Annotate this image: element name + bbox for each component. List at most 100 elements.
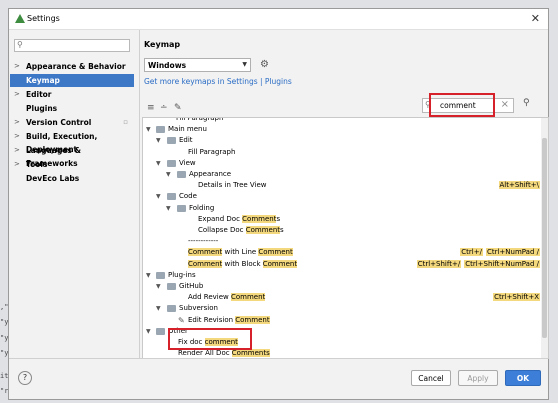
- action-label: Add Review Comment: [188, 292, 266, 303]
- keymap-tree[interactable]: Fill Paragraph ▼ Main menu ▼ Edit Fill Paragr…: [142, 117, 549, 359]
- tree-group[interactable]: ▼ Appearance: [143, 169, 540, 180]
- expand-arrow-icon[interactable]: ▼: [156, 191, 161, 202]
- dialog-footer: ? Cancel Apply OK: [9, 358, 548, 399]
- sidebar-item-plugins[interactable]: Plugins: [10, 102, 134, 115]
- expand-arrow-icon[interactable]: ▼: [156, 281, 161, 292]
- gear-icon[interactable]: ⚙: [260, 59, 269, 70]
- tree-action[interactable]: Collapse Doc Comments: [143, 225, 540, 236]
- clear-search-icon[interactable]: ×: [501, 99, 509, 110]
- scrollbar[interactable]: [541, 118, 548, 358]
- close-icon[interactable]: ✕: [531, 12, 540, 25]
- search-match: Comment: [235, 315, 270, 324]
- sidebar-item-keymap[interactable]: Keymap: [10, 74, 134, 87]
- tree-action[interactable]: ------------: [143, 236, 540, 247]
- app-logo-icon: [15, 14, 25, 23]
- label-text: Fill Paragraph: [176, 117, 224, 122]
- expand-arrow-icon[interactable]: ▼: [166, 203, 171, 214]
- settings-search-input[interactable]: ⚲: [14, 39, 130, 52]
- sidebar-item-label: Tools: [26, 160, 48, 169]
- find-shortcut-icon[interactable]: ⚲: [523, 98, 530, 108]
- pencil-icon[interactable]: ✎: [174, 103, 182, 113]
- ok-button[interactable]: OK: [505, 370, 541, 386]
- expand-arrow-icon[interactable]: ▼: [156, 158, 161, 169]
- tree-action[interactable]: ✎ Edit Revision Comment: [143, 315, 540, 326]
- sidebar-item-label: DevEco Labs: [26, 174, 80, 183]
- tree-action[interactable]: Expand Doc Comments: [143, 214, 540, 225]
- expand-arrow-icon[interactable]: ▼: [156, 135, 161, 146]
- tree-group[interactable]: ▼ Folding: [143, 203, 540, 214]
- action-label: Comment with Line Comment: [188, 247, 293, 258]
- window-title: Settings: [27, 14, 60, 23]
- more-keymaps-link[interactable]: Get more keymaps in Settings | Plugins: [144, 77, 292, 86]
- expand-arrow-icon[interactable]: ▼: [146, 124, 151, 135]
- expand-arrow-icon[interactable]: ▼: [156, 303, 161, 314]
- tree-group[interactable]: ▼ Subversion: [143, 303, 540, 314]
- tree-action[interactable]: Fill Paragraph: [143, 147, 540, 158]
- chevron-right-icon: >: [14, 62, 20, 70]
- tree-group[interactable]: ▼ View: [143, 158, 540, 169]
- shortcut-badge: Ctrl+Shift+X: [493, 293, 540, 302]
- tree-action[interactable]: Details in Tree View Alt+Shift+\: [143, 180, 540, 191]
- folder-icon: [177, 204, 186, 212]
- tree-action[interactable]: Comment with Block Comment Ctrl+Shift+/Ct…: [143, 259, 540, 270]
- sidebar-item-languages-frameworks[interactable]: > Languages & Frameworks: [10, 144, 134, 168]
- sidebar-item-editor[interactable]: > Editor: [10, 88, 134, 101]
- label-text: ------------: [188, 237, 219, 246]
- action-label: Plug-ins: [168, 270, 196, 281]
- apply-button[interactable]: Apply: [458, 370, 498, 386]
- sidebar-item-build-execution-deployment[interactable]: > Build, Execution, Deployment: [10, 130, 134, 154]
- label-text: GitHub: [179, 282, 204, 290]
- collapse-all-icon[interactable]: ∸: [160, 103, 168, 113]
- action-label: Main menu: [168, 124, 207, 135]
- label-text: Subversion: [179, 304, 218, 313]
- label-text: Edit Revision: [188, 315, 236, 324]
- tree-group[interactable]: ▼ Code: [143, 191, 540, 202]
- tree-group[interactable]: ▼ Edit: [143, 135, 540, 146]
- chevron-down-icon: ▼: [242, 61, 247, 68]
- scrollbar-thumb[interactable]: [542, 138, 547, 338]
- label-text: Expand Doc: [198, 214, 243, 223]
- sidebar: ⚲ > Appearance & Behavior Keymap > Editor Plu…: [10, 30, 138, 360]
- sidebar-item-version-control[interactable]: > Version Control ▫: [10, 116, 134, 129]
- action-label: Edit Revision Comment: [188, 315, 270, 326]
- label-text: Folding: [189, 203, 215, 212]
- chevron-right-icon: >: [14, 146, 20, 154]
- action-label: ------------: [188, 236, 218, 247]
- sidebar-item-deveco-labs[interactable]: DevEco Labs: [10, 172, 134, 185]
- tree-group[interactable]: ▼ GitHub: [143, 281, 540, 292]
- label-text: Details in Tree View: [198, 181, 267, 190]
- action-label: Collapse Doc Comments: [198, 225, 284, 236]
- label-text: s: [280, 226, 284, 234]
- label-text: Appearance: [189, 170, 232, 178]
- label-text: View: [179, 158, 196, 167]
- tree-action[interactable]: Fill Paragraph: [143, 117, 540, 124]
- tree-action[interactable]: Add Review Comment Ctrl+Shift+X: [143, 292, 540, 303]
- folder-icon: [156, 126, 165, 134]
- cancel-button[interactable]: Cancel: [411, 370, 451, 386]
- label-text: Main menu: [168, 125, 207, 134]
- search-match: Comment: [245, 226, 281, 234]
- expand-arrow-icon[interactable]: ▼: [146, 270, 151, 281]
- sidebar-item-label: Plugins: [26, 104, 58, 113]
- tree-group[interactable]: ▼ Main menu: [143, 124, 540, 135]
- search-match: Comment: [230, 293, 266, 302]
- help-icon[interactable]: ?: [18, 371, 32, 385]
- expand-arrow-icon[interactable]: ▼: [146, 326, 151, 337]
- label-text: Code: [179, 192, 197, 201]
- label-text: Plug-ins: [168, 270, 196, 279]
- action-label: Fill Paragraph: [176, 117, 224, 124]
- shortcut-list: Alt+Shift+\: [496, 180, 540, 191]
- sidebar-item-appearance-behavior[interactable]: > Appearance & Behavior: [10, 60, 134, 73]
- tree-group[interactable]: ▼ Plug-ins: [143, 270, 540, 281]
- folder-icon: [177, 171, 186, 178]
- keymap-select[interactable]: Windows ▼: [144, 58, 251, 72]
- search-match: Comment: [262, 259, 298, 268]
- chevron-right-icon: >: [14, 90, 20, 98]
- sidebar-item-label: Appearance & Behavior: [26, 62, 126, 71]
- tree-action[interactable]: Comment with Line Comment Ctrl+/Ctrl+NumP…: [143, 247, 540, 258]
- expand-arrow-icon[interactable]: ▼: [166, 169, 171, 180]
- action-label: View: [179, 158, 196, 169]
- shortcut-list: Ctrl+/Ctrl+NumPad /: [457, 247, 540, 258]
- expand-all-icon[interactable]: ≡: [147, 103, 155, 113]
- sidebar-item-tools[interactable]: > Tools: [10, 158, 134, 171]
